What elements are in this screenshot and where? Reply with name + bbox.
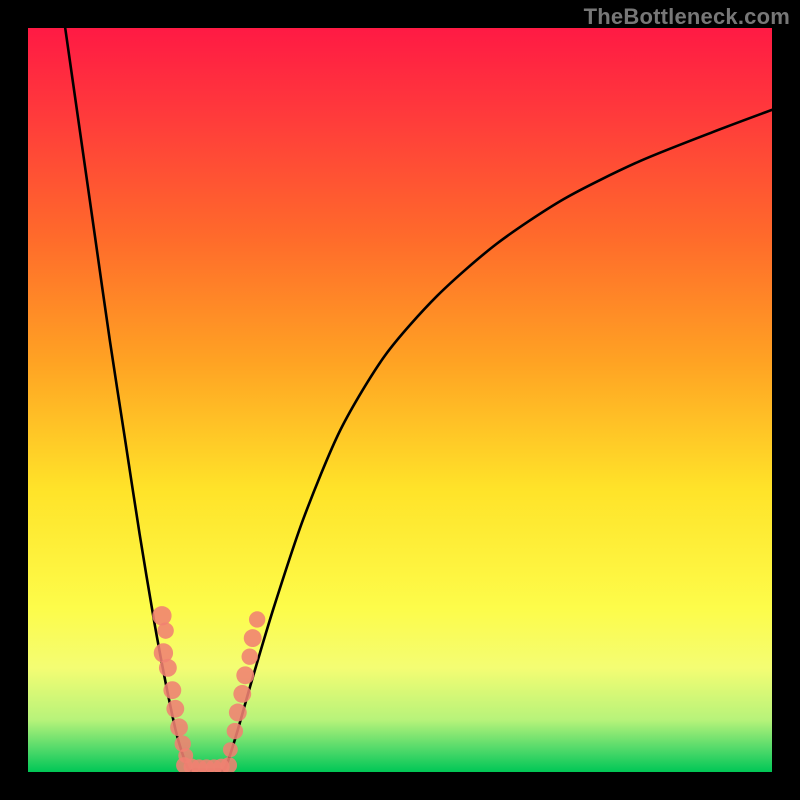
data-marker — [244, 629, 262, 647]
data-marker — [163, 681, 181, 699]
data-marker — [170, 718, 188, 736]
data-marker — [166, 700, 184, 718]
data-marker — [229, 704, 247, 722]
data-marker — [157, 622, 173, 638]
gradient-background — [28, 28, 772, 772]
data-marker — [236, 666, 254, 684]
data-marker — [242, 648, 258, 664]
data-marker — [227, 723, 243, 739]
chart-frame: TheBottleneck.com — [0, 0, 800, 800]
chart-svg — [28, 28, 772, 772]
data-marker — [233, 685, 251, 703]
data-marker — [249, 611, 265, 627]
data-marker — [152, 606, 171, 625]
plot-area — [28, 28, 772, 772]
watermark-text: TheBottleneck.com — [584, 4, 790, 30]
data-marker — [159, 659, 177, 677]
data-marker — [223, 742, 238, 757]
